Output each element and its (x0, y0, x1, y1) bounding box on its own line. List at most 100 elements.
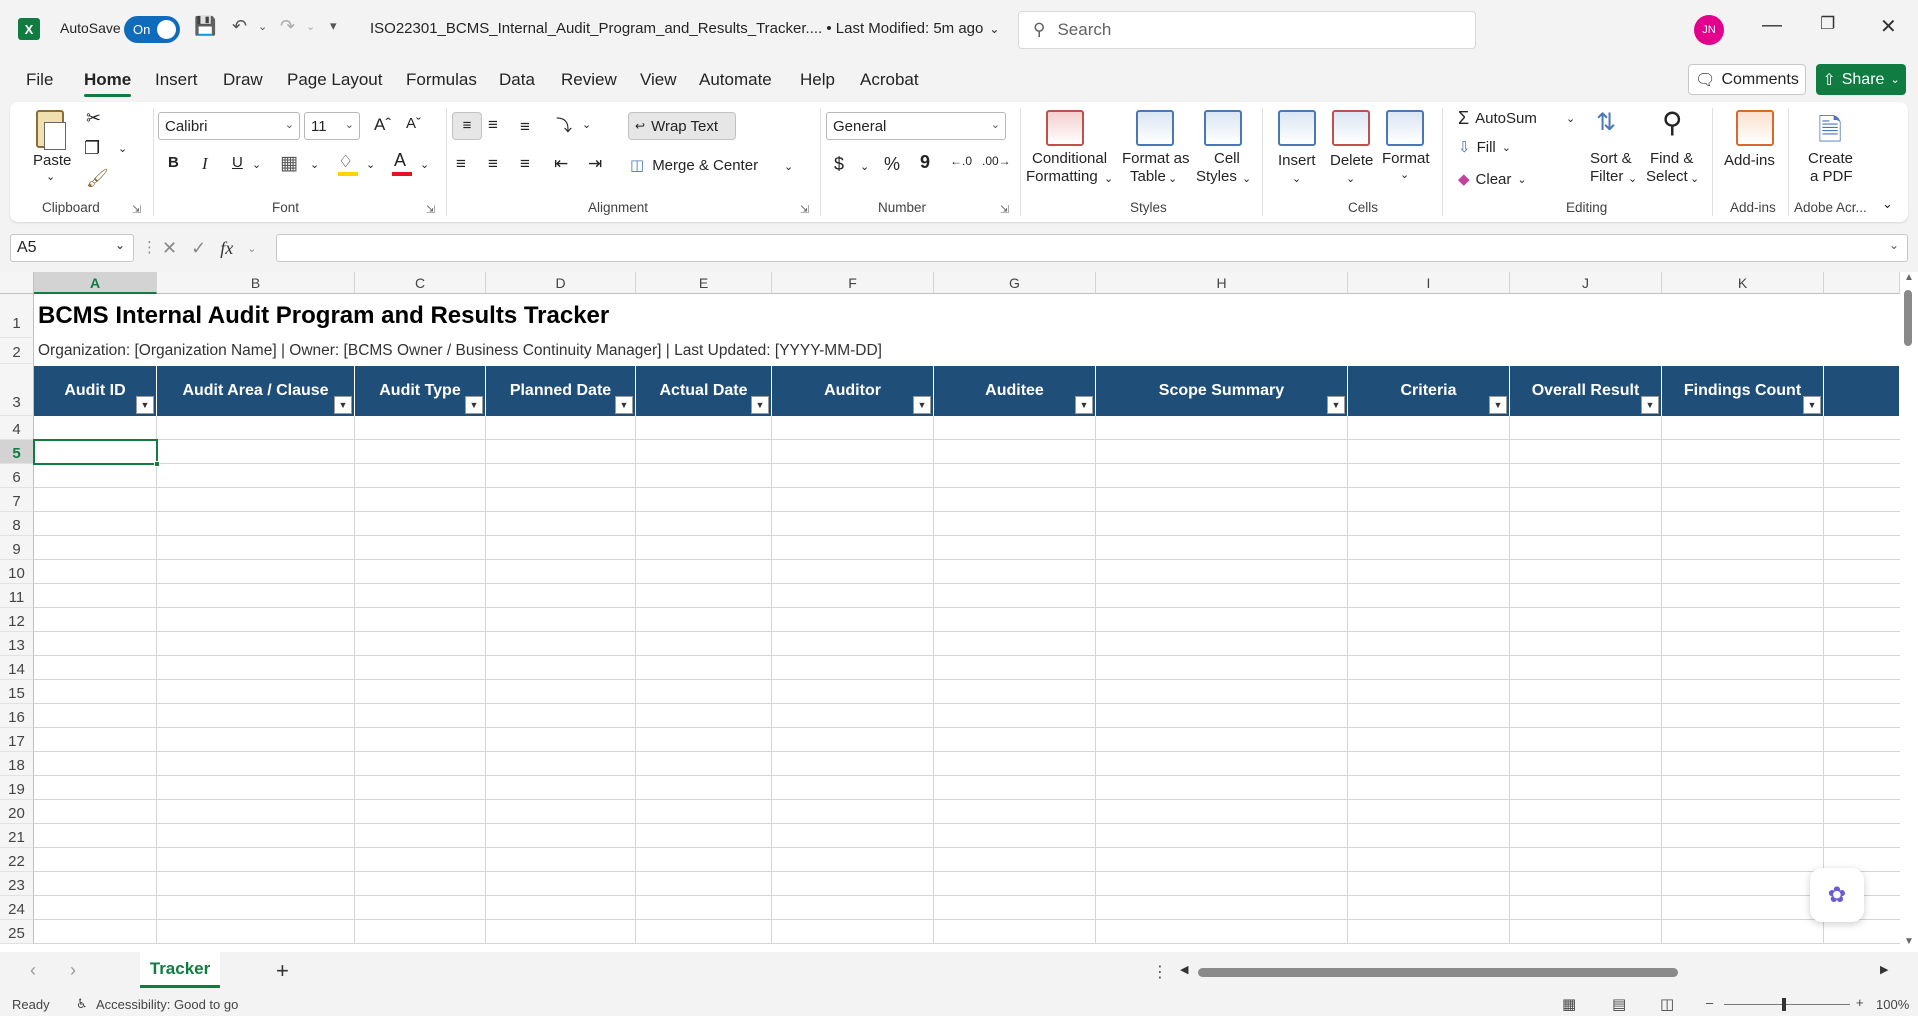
ribbon-collapse-icon[interactable]: ⌄ (1882, 196, 1893, 212)
grid-cell[interactable] (1824, 440, 1900, 464)
grid-cell[interactable] (934, 488, 1096, 512)
grid-cell[interactable] (486, 848, 636, 872)
grid-cell[interactable] (355, 584, 486, 608)
grid-cell[interactable] (934, 632, 1096, 656)
grid-cell[interactable] (1662, 896, 1824, 920)
row-header[interactable]: 18 (0, 752, 34, 776)
grid-cell[interactable] (772, 920, 934, 944)
grid-cell[interactable] (1096, 416, 1348, 440)
scroll-left-icon[interactable]: ◀ (1180, 963, 1188, 976)
grid-cell[interactable] (34, 752, 157, 776)
grid-cell[interactable] (355, 560, 486, 584)
row-header[interactable]: 10 (0, 560, 34, 584)
more-options-icon[interactable]: ⋮ (1152, 962, 1168, 982)
grid-cell[interactable] (486, 896, 636, 920)
row-header[interactable]: 9 (0, 536, 34, 560)
restore-icon[interactable]: ❐ (1820, 14, 1835, 34)
row-header[interactable]: 2 (0, 338, 34, 364)
grid-cell[interactable] (355, 896, 486, 920)
grid-cell[interactable] (1096, 560, 1348, 584)
grid-cell[interactable] (1348, 704, 1510, 728)
conditional-formatting-label-2[interactable]: Formatting (1026, 168, 1098, 185)
header-criteria[interactable]: Criteria ▼ (1348, 366, 1510, 416)
grid-cell[interactable] (1824, 824, 1900, 848)
decrease-font-icon[interactable]: Aˇ (406, 115, 421, 132)
grid-cell[interactable] (1824, 416, 1900, 440)
grid-cell[interactable] (1096, 536, 1348, 560)
grid-cell[interactable] (772, 800, 934, 824)
grid-cell[interactable] (355, 848, 486, 872)
number-format-combo[interactable]: General ⌄ (826, 112, 1006, 140)
row-header[interactable]: 24 (0, 896, 34, 920)
column-header-h[interactable]: H (1096, 272, 1348, 294)
grid-cell[interactable] (486, 680, 636, 704)
grid-cell[interactable] (157, 608, 355, 632)
grid-cell[interactable] (486, 920, 636, 944)
grid-cell[interactable] (486, 800, 636, 824)
grid-cell[interactable] (772, 512, 934, 536)
grid-cell[interactable] (1096, 608, 1348, 632)
add-ins-label[interactable]: Add-ins (1724, 152, 1775, 169)
grid-cell[interactable] (34, 848, 157, 872)
grid-cell[interactable] (1662, 728, 1824, 752)
grid-cell[interactable] (157, 752, 355, 776)
add-sheet-button[interactable]: + (276, 958, 289, 984)
font-name-combo[interactable]: Calibri ⌄ (158, 112, 300, 140)
grid-cell[interactable] (1348, 560, 1510, 584)
insert-cells-label[interactable]: Insert (1278, 152, 1316, 169)
header-overall-result[interactable]: Overall Result ▼ (1510, 366, 1662, 416)
chevron-down-icon[interactable]: ⌄ (1690, 172, 1699, 185)
grid-cell[interactable] (486, 752, 636, 776)
row-header[interactable]: 5 (0, 440, 34, 464)
grid-cell[interactable] (34, 920, 157, 944)
grid-cell[interactable] (1662, 776, 1824, 800)
grid-cell[interactable] (636, 896, 772, 920)
row-header[interactable]: 8 (0, 512, 34, 536)
grid-cell[interactable] (1510, 656, 1662, 680)
column-header-d[interactable]: D (486, 272, 636, 294)
grid-cell[interactable] (636, 584, 772, 608)
row-header[interactable]: 15 (0, 680, 34, 704)
find-select-icon[interactable]: ⚲ (1662, 106, 1683, 139)
grid-cell[interactable] (1096, 656, 1348, 680)
grid-cell[interactable] (1662, 656, 1824, 680)
grid-cell[interactable] (1824, 488, 1900, 512)
filter-dropdown-icon[interactable]: ▼ (1327, 396, 1345, 414)
grid-cell[interactable] (934, 680, 1096, 704)
chevron-down-icon[interactable]: ⌄ (1400, 168, 1409, 181)
filter-dropdown-icon[interactable]: ▼ (615, 396, 633, 414)
prev-sheet-icon[interactable]: ‹ (30, 960, 36, 981)
page-title[interactable]: BCMS Internal Audit Program and Results … (38, 302, 609, 330)
copy-icon[interactable]: ❐ (84, 138, 100, 159)
grid-cell[interactable] (636, 920, 772, 944)
fill-color-dropdown-icon[interactable]: ⌄ (366, 158, 375, 171)
align-left-icon[interactable]: ≡ (456, 154, 466, 174)
underline-button[interactable]: U (232, 154, 243, 171)
format-painter-icon[interactable]: 🖌 (86, 168, 109, 189)
grid-cell[interactable] (934, 848, 1096, 872)
grid-cell[interactable] (1348, 488, 1510, 512)
grid-cell[interactable] (486, 776, 636, 800)
merge-dropdown-icon[interactable]: ⌄ (784, 160, 793, 173)
grid-cell[interactable] (1348, 608, 1510, 632)
grid-cell[interactable] (1662, 632, 1824, 656)
grid-cell[interactable] (1824, 464, 1900, 488)
grid-cell[interactable] (772, 608, 934, 632)
grid-cell[interactable] (934, 824, 1096, 848)
grid-cell[interactable] (934, 920, 1096, 944)
grid-cell[interactable] (486, 824, 636, 848)
grid-cell[interactable] (1824, 656, 1900, 680)
cell-styles-icon[interactable] (1204, 110, 1242, 146)
row-header[interactable]: 12 (0, 608, 34, 632)
grid-cell[interactable] (636, 512, 772, 536)
grid-cell[interactable] (1662, 824, 1824, 848)
grid-cell[interactable] (486, 872, 636, 896)
grid-cell[interactable] (355, 632, 486, 656)
grid-cell[interactable] (934, 776, 1096, 800)
tab-page-layout[interactable]: Page Layout (287, 70, 382, 90)
grid-cell[interactable] (636, 632, 772, 656)
grid-cell[interactable] (1662, 848, 1824, 872)
name-box[interactable]: A5 ⌄ (10, 234, 134, 262)
grid-cell[interactable] (34, 896, 157, 920)
delete-cells-icon[interactable] (1332, 110, 1370, 146)
